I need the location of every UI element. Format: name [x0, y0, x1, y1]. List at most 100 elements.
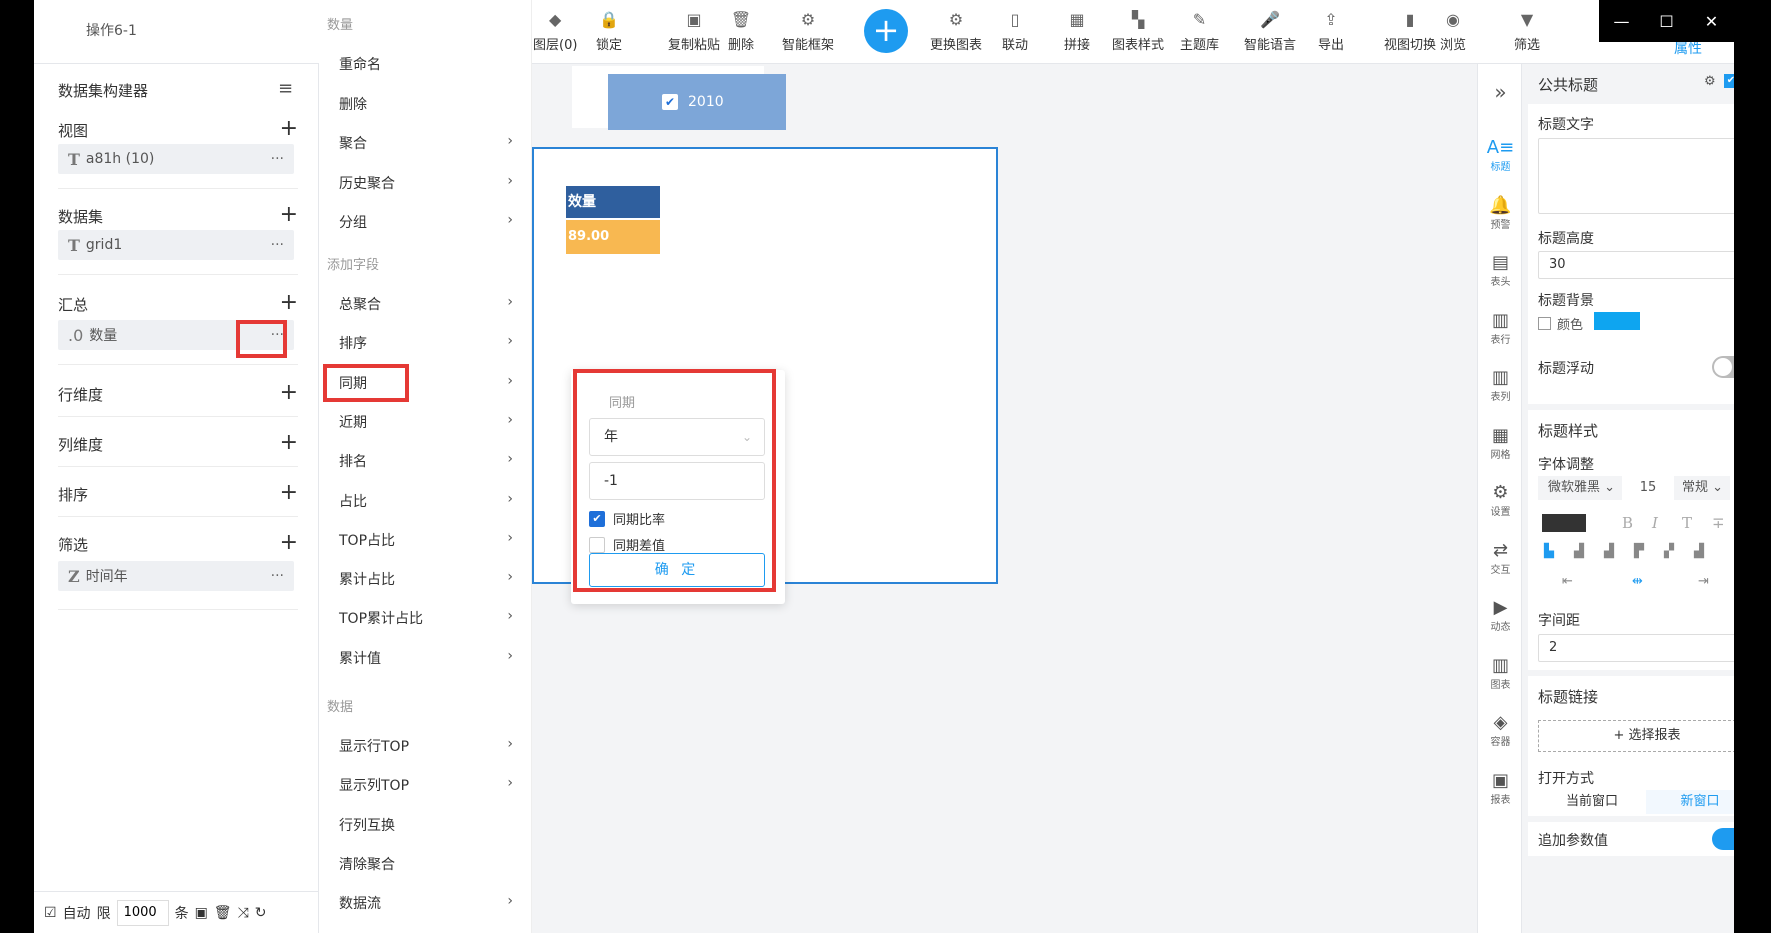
align-right-icon[interactable]: ▟	[1694, 544, 1704, 559]
toolbar-export-button[interactable]: ⇪ 导出	[1318, 8, 1344, 54]
title-height-input[interactable]: 30	[1538, 251, 1734, 279]
toolbar-lock-button[interactable]: 🔒 锁定	[596, 8, 622, 54]
toolbar-microphone-button[interactable]: 🎤 智能语言	[1244, 8, 1296, 54]
category-table-col[interactable]: ▥ 表列	[1478, 368, 1523, 404]
menu-item[interactable]: 近期 ›	[339, 412, 519, 432]
year-filter-option[interactable]: ✔ 2010	[608, 74, 786, 130]
spacing-input[interactable]: 2	[1538, 634, 1734, 662]
font-family-select[interactable]: 微软雅黑 ⌄	[1538, 476, 1622, 500]
bg-color-checkbox[interactable]	[1538, 317, 1551, 330]
font-weight-select[interactable]: 常规 ⌄	[1674, 476, 1730, 500]
menu-item[interactable]: 重命名	[339, 54, 519, 74]
align-right-arrow-icon[interactable]: ⇥	[1698, 574, 1709, 589]
more-options-button[interactable]: ···	[271, 237, 284, 253]
more-options-button[interactable]: ···	[271, 568, 284, 584]
align-top-icon[interactable]: ▛	[1634, 544, 1644, 559]
toolbar-splice-button[interactable]: ▦ 拼接	[1064, 8, 1090, 54]
category-container[interactable]: ◈ 容器	[1478, 713, 1523, 749]
menu-item[interactable]: 数据流 ›	[339, 893, 519, 913]
toolbar-link-button[interactable]: ▯ 联动	[1002, 8, 1028, 54]
toolbar-theme-brush-button[interactable]: ✎ 主题库	[1180, 8, 1219, 54]
enable-checkbox[interactable]: ✔	[1724, 74, 1734, 88]
align-middle-icon[interactable]: ▞	[1664, 544, 1674, 559]
align-left-arrow-icon[interactable]: ⇤	[1562, 574, 1573, 589]
bold-button[interactable]: B	[1622, 514, 1633, 532]
bg-color-option[interactable]: 颜色	[1538, 314, 1583, 333]
add-sort-button[interactable]: +	[280, 480, 298, 505]
view-item[interactable]: T a81h (10) ···	[58, 144, 294, 174]
category-settings[interactable]: ⚙ 设置	[1478, 483, 1523, 519]
add-dataset-button[interactable]: +	[280, 202, 298, 227]
align-bottom-center-icon[interactable]: ▟	[1574, 544, 1584, 559]
strike-plus-button[interactable]: ∓	[1712, 514, 1725, 532]
menu-item[interactable]: 删除	[339, 94, 519, 114]
menu-item[interactable]: 排名 ›	[339, 451, 519, 471]
collapse-list-icon[interactable]: ≡	[278, 78, 293, 99]
category-report[interactable]: ▣ 报表	[1478, 770, 1523, 806]
maximize-button[interactable]: ☐	[1644, 0, 1689, 42]
collapse-double-chevron-icon[interactable]: »	[1478, 80, 1523, 104]
font-size-input[interactable]: 15	[1628, 476, 1668, 500]
sql-icon[interactable]: ▣	[195, 905, 208, 921]
menu-item[interactable]: 总聚合 ›	[339, 294, 519, 314]
title-text-input[interactable]	[1538, 138, 1734, 214]
menu-item[interactable]: TOP累计占比 ›	[339, 608, 519, 628]
category-title[interactable]: A≡ 标题	[1478, 138, 1523, 174]
toolbar-trash-button[interactable]: 🗑 删除	[728, 8, 754, 54]
bg-color-swatch[interactable]	[1594, 312, 1640, 330]
menu-item[interactable]: 显示列TOP ›	[339, 775, 519, 795]
italic-button[interactable]: I	[1652, 514, 1658, 532]
align-center-arrows-icon[interactable]: ⇹	[1632, 574, 1643, 589]
trash-icon[interactable]: 🗑	[214, 905, 232, 921]
settings-gear-icon[interactable]: ⚙	[1704, 74, 1716, 89]
menu-item[interactable]: 聚合 ›	[339, 133, 519, 153]
add-summary-button[interactable]: +	[280, 290, 298, 315]
shuffle-icon[interactable]: ⤨	[238, 905, 249, 921]
align-bottom-right-icon[interactable]: ▟	[1604, 544, 1614, 559]
category-dynamic[interactable]: ▶ 动态	[1478, 598, 1523, 634]
menu-item[interactable]: 累计值 ›	[339, 648, 519, 668]
more-options-button[interactable]: ···	[271, 151, 284, 167]
text-color-swatch[interactable]	[1542, 514, 1586, 532]
menu-item[interactable]: 占比 ›	[339, 491, 519, 511]
category-chart[interactable]: ▥ 图表	[1478, 655, 1523, 691]
strikethrough-button[interactable]: T	[1682, 514, 1692, 532]
current-window-option[interactable]: 当前窗口	[1538, 790, 1646, 814]
toolbar-chart-style-button[interactable]: ▚ 图表样式	[1112, 8, 1164, 54]
toolbar-view-switch-button[interactable]: ▮ 视图切换	[1384, 8, 1436, 54]
limit-input[interactable]	[116, 899, 169, 926]
filter-item[interactable]: Z 时间年 ···	[58, 561, 294, 591]
toolbar-eye-button[interactable]: ◉ 浏览	[1440, 8, 1466, 54]
menu-item[interactable]: 行列互换	[339, 815, 519, 835]
append-params-toggle[interactable]	[1712, 828, 1734, 850]
menu-item[interactable]: 分组 ›	[339, 212, 519, 232]
close-button[interactable]: ✕	[1689, 0, 1734, 42]
add-component-button[interactable]: +	[864, 9, 908, 53]
add-row-dimension-button[interactable]: +	[280, 380, 298, 405]
add-filter-button[interactable]: +	[280, 530, 298, 555]
toolbar-filter-button[interactable]: ▼ 筛选	[1514, 8, 1540, 54]
check-icon[interactable]: ✔	[662, 94, 678, 110]
new-window-option[interactable]: 新窗口	[1646, 790, 1734, 814]
auto-checkbox[interactable]: ☑	[44, 905, 57, 921]
menu-item[interactable]: 累计占比 ›	[339, 569, 519, 589]
menu-item[interactable]: 历史聚合 ›	[339, 173, 519, 193]
toolbar-layers-button[interactable]: ◆ 图层(0)	[533, 8, 577, 54]
menu-item[interactable]: 清除聚合	[339, 854, 519, 874]
category-table-header[interactable]: ▤ 表头	[1478, 253, 1523, 289]
category-bell[interactable]: 🔔 预警	[1478, 195, 1523, 231]
toolbar-change-chart-button[interactable]: ⚙ 更换图表	[930, 8, 982, 54]
add-col-dimension-button[interactable]: +	[280, 430, 298, 455]
category-table-row[interactable]: ▥ 表行	[1478, 310, 1523, 346]
category-interact[interactable]: ⇄ 交互	[1478, 540, 1523, 576]
toolbar-smart-frame-button[interactable]: ⚙ 智能框架	[782, 8, 834, 54]
align-bottom-left-icon[interactable]: ▙	[1544, 544, 1554, 559]
menu-item[interactable]: 显示行TOP ›	[339, 736, 519, 756]
refresh-icon[interactable]: ↻	[255, 905, 267, 921]
toolbar-copy-paste-button[interactable]: ▣ 复制粘贴	[668, 8, 720, 54]
category-grid[interactable]: ▦ 网格	[1478, 425, 1523, 461]
add-view-button[interactable]: +	[280, 116, 298, 141]
menu-item[interactable]: 排序 ›	[339, 333, 519, 353]
minimize-button[interactable]: —	[1599, 0, 1644, 42]
dataset-item[interactable]: T grid1 ···	[58, 230, 294, 260]
